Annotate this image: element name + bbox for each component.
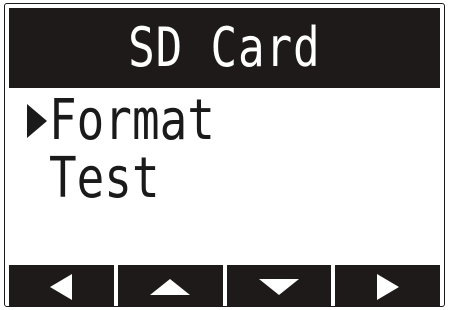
softkey-down-button[interactable]	[226, 265, 332, 306]
screen-title: SD Card	[128, 16, 321, 79]
softkey-right-button[interactable]	[335, 265, 440, 306]
arrow-left-icon	[50, 273, 73, 300]
softkey-up-button[interactable]	[117, 265, 223, 306]
menu-item-format[interactable]: Format	[5, 90, 444, 152]
menu-item-label: Format	[49, 88, 215, 153]
arrow-up-icon	[150, 278, 191, 295]
softkey-bar	[9, 265, 440, 306]
menu-item-label: Test	[49, 146, 160, 211]
selection-cursor-icon	[27, 104, 47, 138]
menu-item-test[interactable]: Test	[5, 148, 444, 210]
softkey-left-button[interactable]	[9, 265, 114, 306]
arrow-right-icon	[376, 273, 399, 300]
title-bar: SD Card	[9, 8, 440, 88]
lcd-display: SD Card Format Test	[4, 3, 445, 307]
arrow-down-icon	[258, 278, 299, 295]
